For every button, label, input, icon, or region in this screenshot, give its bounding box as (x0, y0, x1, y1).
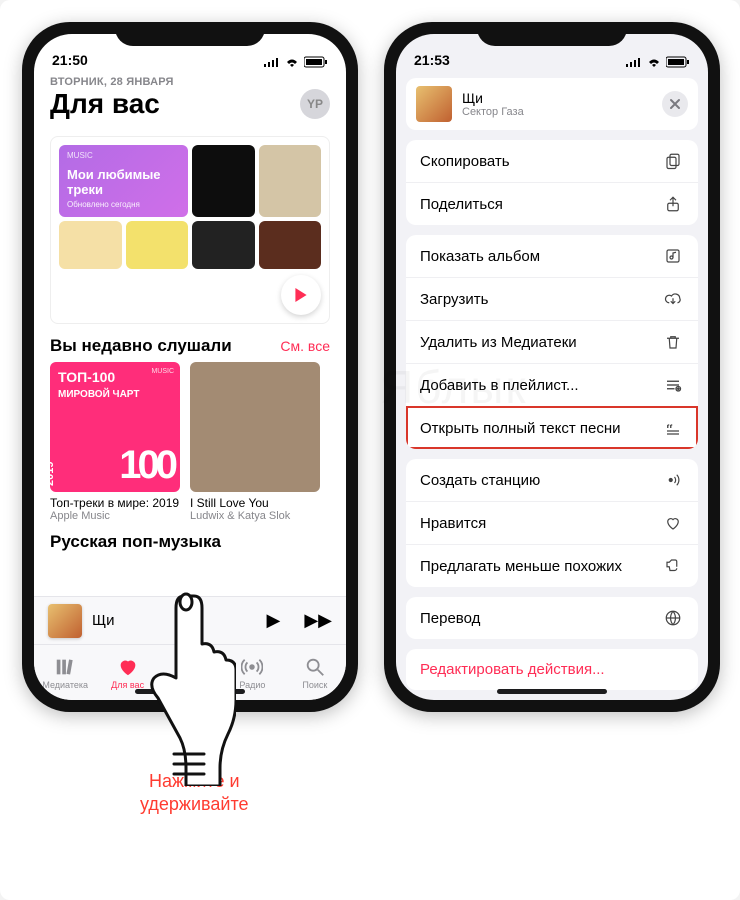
recent-item[interactable]: I Still Love You Ludwix & Katya Slok (190, 362, 320, 522)
russian-pop-title: Русская поп-музыка (34, 522, 346, 556)
apple-music-badge: MUSIC (67, 151, 93, 160)
status-time: 21:53 (414, 52, 450, 68)
wifi-icon (284, 56, 300, 68)
heart-icon (117, 656, 139, 678)
sheet-header: Щи Сектор Газа (406, 78, 698, 130)
action-icon (662, 290, 684, 308)
fav-tile (59, 221, 122, 269)
radio-icon (241, 656, 263, 678)
action-group: Перевод (406, 597, 698, 639)
action-group: Скопировать Поделиться (406, 140, 698, 225)
action-label: Перевод (420, 610, 480, 627)
action-label: Скопировать (420, 153, 510, 170)
home-indicator[interactable] (497, 689, 607, 694)
action-icon (662, 514, 684, 532)
screen-action-sheet: 21:53 Щи Сектор Газа Скопировать Поделить… (396, 34, 708, 700)
play-icon (294, 288, 308, 302)
date-label: ВТОРНИК, 28 ЯНВАРЯ (34, 70, 346, 88)
favorites-card[interactable]: MUSIC Мои любимые треки Обновлено сегодн… (50, 136, 330, 324)
song-artist: Сектор Газа (462, 106, 524, 118)
battery-icon (304, 56, 328, 68)
action-label: Нравится (420, 515, 486, 532)
action-row[interactable]: Скопировать (406, 140, 698, 182)
recent-title: Вы недавно слушали (50, 336, 232, 356)
song-title: Щи (462, 90, 524, 106)
tab-library[interactable]: Медиатека (34, 645, 96, 700)
action-label: Открыть полный текст песни (420, 420, 621, 437)
action-label: Показать альбом (420, 248, 540, 265)
recent-item[interactable]: MUSIC ТОП-100МИРОВОЙ ЧАРТ 2019 100 Топ-т… (50, 362, 180, 522)
action-row[interactable]: Открыть полный текст песни (406, 406, 698, 449)
action-group: Показать альбом Загрузить Удалить из Медиа… (406, 235, 698, 449)
action-group: Создать станцию Нравится Предлагать меньше… (406, 459, 698, 587)
status-time: 21:50 (52, 52, 88, 68)
favorites-hero: MUSIC Мои любимые треки Обновлено сегодн… (59, 145, 188, 217)
action-icon (662, 471, 684, 489)
action-icon (662, 247, 684, 265)
finger-cursor-icon (146, 586, 236, 786)
action-label: Добавить в плейлист... (420, 377, 579, 394)
battery-icon (666, 56, 690, 68)
tab-search[interactable]: Поиск (284, 645, 346, 700)
action-icon (662, 419, 684, 437)
action-icon (662, 195, 684, 213)
action-icon (662, 376, 684, 394)
now-playing-art (48, 604, 82, 638)
see-all-link[interactable]: См. все (280, 338, 330, 354)
signal-icon (264, 57, 280, 67)
action-icon (662, 557, 684, 575)
fav-tile (192, 145, 255, 217)
action-icon (662, 609, 684, 627)
status-icons (264, 56, 328, 68)
notch (115, 22, 265, 46)
song-art (416, 86, 452, 122)
action-row[interactable]: Перевод (406, 597, 698, 639)
fav-tile (259, 221, 322, 269)
action-label: Предлагать меньше похожих (420, 558, 622, 575)
library-icon (54, 656, 76, 678)
wifi-icon (646, 56, 662, 68)
fav-tile (126, 221, 189, 269)
action-row[interactable]: Загрузить (406, 277, 698, 320)
play-button[interactable] (281, 275, 321, 315)
fav-tile (192, 221, 255, 269)
action-label: Загрузить (420, 291, 489, 308)
page-title: Для вас (50, 88, 160, 120)
action-label: Поделиться (420, 196, 503, 213)
next-icon[interactable]: ▶▶ (304, 610, 332, 631)
action-row[interactable]: Удалить из Медиатеки (406, 320, 698, 363)
action-label: Удалить из Медиатеки (420, 334, 577, 351)
action-icon (662, 333, 684, 351)
fav-tile (259, 145, 322, 217)
close-button[interactable] (662, 91, 688, 117)
action-row[interactable]: Предлагать меньше похожих (406, 544, 698, 587)
recent-scroll[interactable]: MUSIC ТОП-100МИРОВОЙ ЧАРТ 2019 100 Топ-т… (34, 362, 346, 522)
action-row[interactable]: Показать альбом (406, 235, 698, 277)
close-icon (669, 98, 681, 110)
edit-actions[interactable]: Редактировать действия... (406, 649, 698, 690)
play-icon[interactable]: ▶ (266, 610, 280, 631)
action-row[interactable]: Создать станцию (406, 459, 698, 501)
action-icon (662, 152, 684, 170)
action-group: Редактировать действия... (406, 649, 698, 690)
phone-right: 21:53 Щи Сектор Газа Скопировать Поделить… (384, 22, 720, 712)
profile-avatar[interactable]: YP (300, 89, 330, 119)
action-label: Создать станцию (420, 472, 540, 489)
search-icon (304, 656, 326, 678)
action-row[interactable]: Добавить в плейлист... (406, 363, 698, 406)
signal-icon (626, 57, 642, 67)
notch (477, 22, 627, 46)
status-icons (626, 56, 690, 68)
action-row[interactable]: Нравится (406, 501, 698, 544)
action-row[interactable]: Поделиться (406, 182, 698, 225)
